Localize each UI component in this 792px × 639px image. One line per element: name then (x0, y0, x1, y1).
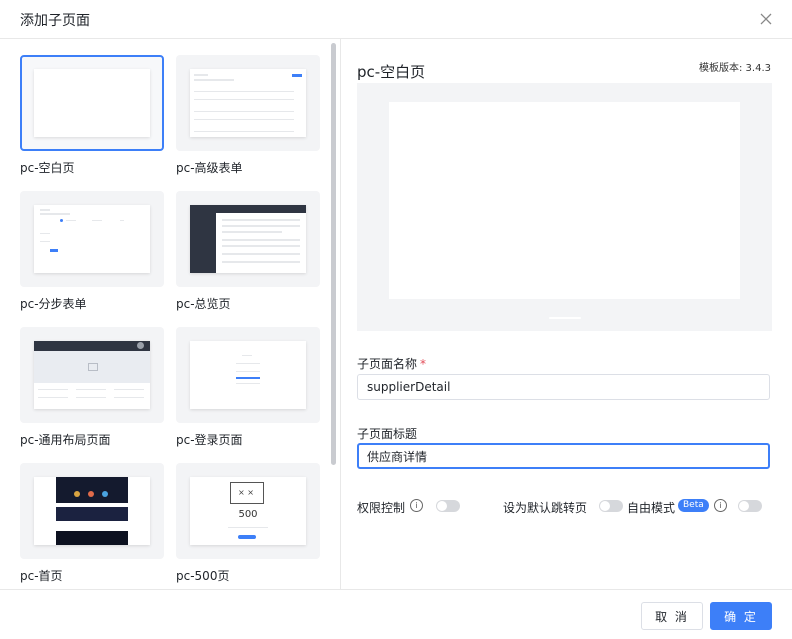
subpage-name-label: 子页面名称 * (357, 357, 427, 371)
subpage-name-input[interactable] (357, 374, 770, 400)
template-label: pc-高级表单 (176, 161, 243, 175)
template-label: pc-登录页面 (176, 433, 243, 447)
beta-badge: Beta (678, 499, 709, 512)
cancel-button[interactable]: 取 消 (641, 602, 703, 630)
template-label: pc-通用布局页面 (20, 433, 111, 447)
template-thumbnail[interactable] (20, 463, 164, 559)
permission-label: 权限控制 (357, 501, 406, 515)
confirm-button[interactable]: 确 定 (710, 602, 772, 630)
template-thumbnail[interactable] (176, 55, 320, 151)
close-icon[interactable] (758, 11, 774, 27)
template-version: 模板版本: 3.4.3 (699, 63, 771, 74)
required-mark: * (420, 357, 427, 371)
permission-toggle[interactable] (436, 500, 460, 512)
template-card-common-layout[interactable]: pc-通用布局页面 (20, 327, 164, 448)
template-card-step-form[interactable]: pc-分步表单 (20, 191, 164, 312)
template-thumbnail[interactable]: × × 500 (176, 463, 320, 559)
template-thumbnail[interactable] (20, 191, 164, 287)
error-code-thumbnail-text: 500 (238, 509, 258, 520)
template-thumbnail[interactable] (20, 327, 164, 423)
template-card-login[interactable]: pc-登录页面 (176, 327, 320, 448)
subpage-title-input[interactable] (357, 443, 770, 469)
preview-title: pc-空白页 (357, 63, 426, 81)
template-card-advanced-form[interactable]: pc-高级表单 (176, 55, 320, 176)
template-card-500[interactable]: × × 500 pc-500页 (176, 463, 320, 584)
template-list-scrollbar[interactable] (331, 43, 336, 465)
subpage-title-label: 子页面标题 (357, 427, 418, 441)
template-label: pc-500页 (176, 569, 230, 583)
free-mode-label: 自由模式 (627, 501, 676, 515)
permission-info-icon[interactable]: i (410, 499, 423, 512)
template-card-overview[interactable]: pc-总览页 (176, 191, 320, 312)
template-thumbnail[interactable] (20, 55, 164, 151)
template-card-blank[interactable]: pc-空白页 (20, 55, 164, 176)
default-jump-label: 设为默认跳转页 (503, 501, 588, 515)
preview-canvas (389, 102, 740, 299)
switch-row: 权限控制 i 设为默认跳转页 自由模式 Beta i (357, 498, 773, 516)
template-thumbnail[interactable] (176, 327, 320, 423)
default-jump-toggle[interactable] (599, 500, 623, 512)
template-label: pc-首页 (20, 569, 63, 583)
template-preview (357, 83, 772, 331)
template-label: pc-分步表单 (20, 297, 87, 311)
template-thumbnail[interactable] (176, 191, 320, 287)
template-list[interactable]: pc-空白页 pc-高级表单 pc-分步表单 pc-总览页 pc-通用布局页面 … (0, 39, 341, 589)
free-mode-toggle[interactable] (738, 500, 762, 512)
dialog-footer: 取 消 确 定 (0, 589, 792, 639)
dialog-header: 添加子页面 (0, 0, 792, 39)
template-label: pc-总览页 (176, 297, 231, 311)
template-label: pc-空白页 (20, 161, 75, 175)
carousel-indicator[interactable] (549, 317, 581, 319)
add-subpage-dialog: 添加子页面 pc-空白页 pc-高级表单 pc-分步表单 pc-总览页 pc-通… (0, 0, 792, 638)
dialog-title: 添加子页面 (20, 13, 90, 29)
free-mode-info-icon[interactable]: i (714, 499, 727, 512)
template-card-home[interactable]: pc-首页 (20, 463, 164, 584)
